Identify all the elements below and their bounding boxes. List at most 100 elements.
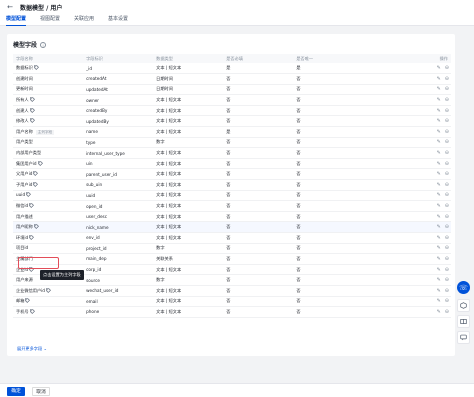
cube-icon[interactable] <box>457 299 470 312</box>
delete-icon[interactable]: ⊖ <box>445 76 449 82</box>
delete-icon[interactable]: ⊖ <box>445 161 449 167</box>
tab-0[interactable]: 模型配置 <box>6 14 27 26</box>
tag-icon[interactable] <box>33 65 39 71</box>
field-type: 文本 | 短文本 <box>153 147 224 159</box>
column-header: 数据类型 <box>153 54 224 63</box>
pencil-icon[interactable]: ✎ <box>437 119 441 124</box>
pencil-icon[interactable]: ✎ <box>437 129 441 135</box>
tag-icon[interactable] <box>29 118 35 124</box>
pencil-icon[interactable]: ✎ <box>437 225 441 230</box>
field-unique: 否 <box>293 253 412 265</box>
tag-icon[interactable] <box>29 107 35 114</box>
tag-icon[interactable] <box>26 192 32 198</box>
delete-icon[interactable]: ⊖ <box>445 278 449 283</box>
pencil-icon[interactable]: ✎ <box>437 151 441 156</box>
pencil-icon[interactable]: ✎ <box>437 204 441 209</box>
delete-icon[interactable]: ⊖ <box>445 256 449 262</box>
table-row: 修改人 updatedBy 文本 | 短文本否否 ✎ ⊖ <box>13 115 451 128</box>
delete-icon[interactable]: ⊖ <box>445 309 449 315</box>
field-required: 否 <box>223 232 294 244</box>
row-actions: ✎ ⊖ <box>411 115 451 128</box>
field-name: 用户昵称 <box>16 224 33 230</box>
info-icon[interactable]: i <box>40 41 47 48</box>
tag-icon[interactable] <box>46 287 51 294</box>
field-required: 否 <box>223 306 294 318</box>
delete-icon[interactable]: ⊖ <box>445 108 449 114</box>
primary-field-badge: 主列字段 <box>35 129 55 135</box>
delete-icon[interactable]: ⊖ <box>445 193 449 198</box>
delete-icon[interactable]: ⊖ <box>445 119 449 124</box>
pencil-icon[interactable]: ✎ <box>437 309 441 315</box>
tab-1[interactable]: 视图配置 <box>40 14 60 25</box>
pencil-icon[interactable]: ✎ <box>437 108 441 114</box>
pencil-icon[interactable]: ✎ <box>437 267 441 273</box>
field-name: 创建时间 <box>16 75 33 81</box>
field-unique: 否 <box>293 73 412 85</box>
tag-icon[interactable] <box>33 224 39 230</box>
delete-icon[interactable]: ⊖ <box>445 204 449 209</box>
field-name: 数据标识 <box>16 65 33 71</box>
delete-icon[interactable]: ⊖ <box>445 299 449 304</box>
field-name-cell: 企业微信用户id <box>13 285 84 297</box>
pencil-icon[interactable]: ✎ <box>437 235 441 241</box>
delete-icon[interactable]: ⊖ <box>445 140 449 145</box>
delete-icon[interactable]: ⊖ <box>445 225 449 230</box>
pencil-icon[interactable]: ✎ <box>437 98 441 103</box>
delete-icon[interactable]: ⊖ <box>445 129 449 135</box>
pencil-icon[interactable]: ✎ <box>437 140 441 145</box>
field-name: 所有人 <box>16 97 29 103</box>
chat-icon[interactable] <box>457 331 470 344</box>
pencil-icon[interactable]: ✎ <box>437 214 441 220</box>
pencil-icon[interactable]: ✎ <box>437 161 441 167</box>
pencil-icon[interactable]: ✎ <box>437 278 441 283</box>
tab-3[interactable]: 基本设置 <box>108 14 128 25</box>
tag-icon[interactable] <box>33 171 39 177</box>
tag-icon[interactable] <box>29 234 35 241</box>
pencil-icon[interactable]: ✎ <box>437 288 441 294</box>
delete-icon[interactable]: ⊖ <box>445 246 449 251</box>
arrow-left-icon[interactable]: ← <box>6 3 14 11</box>
delete-icon[interactable]: ⊖ <box>445 87 449 92</box>
delete-icon[interactable]: ⊖ <box>445 98 449 103</box>
field-name: 修改人 <box>16 118 29 124</box>
book-icon[interactable] <box>457 315 470 328</box>
delete-icon[interactable]: ⊖ <box>445 172 449 177</box>
delete-icon[interactable]: ⊖ <box>445 214 449 220</box>
pencil-icon[interactable]: ✎ <box>437 66 441 71</box>
field-unique: 否 <box>293 94 412 106</box>
tab-2[interactable]: 关联应用 <box>74 14 94 25</box>
delete-icon[interactable]: ⊖ <box>445 151 449 156</box>
field-name: 用户类型 <box>16 139 33 145</box>
delete-icon[interactable]: ⊖ <box>445 267 449 273</box>
expand-more-link[interactable]: 展开更多字段 ⌄ <box>17 346 47 352</box>
delete-icon[interactable]: ⊖ <box>445 288 449 294</box>
field-name-cell: 环境id <box>13 232 84 244</box>
delete-icon[interactable]: ⊖ <box>445 235 449 241</box>
pencil-icon[interactable]: ✎ <box>437 87 441 92</box>
table-row: 父用户id parent_user_id 文本 | 短文本否否 ✎ ⊖ <box>13 168 451 181</box>
field-id: project_id <box>83 243 154 255</box>
pencil-icon[interactable]: ✎ <box>437 172 441 177</box>
headset-icon[interactable]: ☏ <box>457 281 470 294</box>
confirm-button[interactable]: 确定 <box>7 387 25 396</box>
field-name-cell: 用户名称 主列字段 <box>13 126 84 138</box>
pencil-icon[interactable]: ✎ <box>437 76 441 82</box>
field-required: 是 <box>223 63 294 75</box>
table-row: 创建人 createdBy 文本 | 短文本否否 ✎ ⊖ <box>13 105 451 117</box>
delete-icon[interactable]: ⊖ <box>445 182 449 188</box>
field-unique: 否 <box>293 264 412 276</box>
pencil-icon[interactable]: ✎ <box>437 299 441 304</box>
section-title: 模型字段 i <box>13 40 47 49</box>
pencil-icon[interactable]: ✎ <box>437 246 441 251</box>
tag-icon[interactable] <box>25 298 31 304</box>
tag-icon[interactable] <box>29 203 35 209</box>
pencil-icon[interactable]: ✎ <box>437 182 441 188</box>
tag-icon[interactable] <box>29 309 35 315</box>
tag-icon[interactable] <box>37 160 43 167</box>
pencil-icon[interactable]: ✎ <box>437 256 441 262</box>
tag-icon[interactable] <box>33 182 39 188</box>
tag-icon[interactable] <box>29 97 35 103</box>
delete-icon[interactable]: ⊖ <box>445 66 449 71</box>
pencil-icon[interactable]: ✎ <box>437 193 441 198</box>
cancel-button[interactable]: 取消 <box>32 387 50 396</box>
